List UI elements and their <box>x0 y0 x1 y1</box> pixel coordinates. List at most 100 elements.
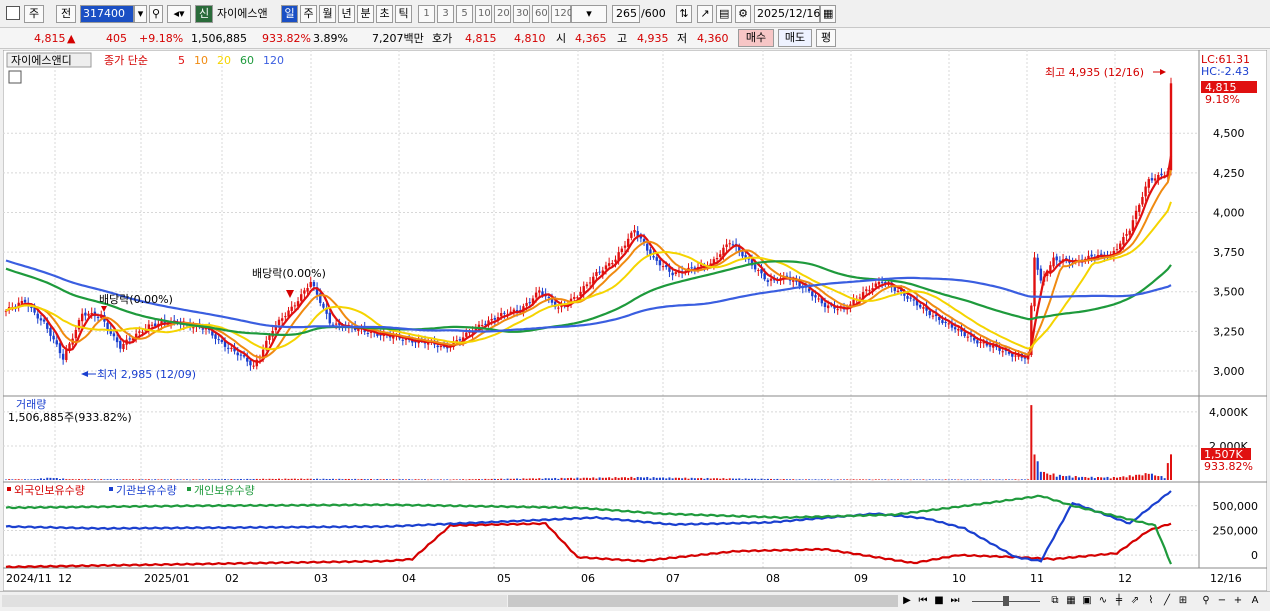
volume-title: 거래량 <box>16 398 46 411</box>
stock-code-input[interactable]: 317400 <box>80 5 134 23</box>
volume-bar <box>103 479 106 480</box>
rewind-icon[interactable]: ⏮ <box>916 595 930 607</box>
average-button[interactable]: 평 <box>816 29 836 47</box>
volume-bar <box>1141 475 1144 480</box>
period-tab[interactable]: 주 <box>300 5 317 23</box>
hc-value: HC:-2.43 <box>1201 65 1249 78</box>
volume-bar <box>750 478 753 480</box>
date-input[interactable]: 2025/12/16 <box>754 5 820 23</box>
zoom-in-icon[interactable]: + <box>1232 595 1244 607</box>
zoom-icon[interactable]: ⚲ <box>1200 595 1212 607</box>
buy-button[interactable]: 매수 <box>738 29 774 47</box>
compare-icon[interactable]: ▤ <box>716 5 732 23</box>
candle-body <box>588 282 592 284</box>
candle-body <box>576 297 579 299</box>
volume-bar <box>1062 475 1065 480</box>
forward-icon[interactable]: ⏭ <box>948 595 962 607</box>
line-icon[interactable]: ╱ <box>1160 595 1174 607</box>
copy-icon[interactable]: ⧉ <box>1048 595 1062 607</box>
volume-bar <box>604 477 607 480</box>
candle-body <box>792 280 795 282</box>
volume-bar <box>100 479 103 480</box>
volume-bar <box>766 478 769 480</box>
interval-button[interactable]: 20 <box>494 5 511 23</box>
calculator-icon[interactable] <box>8 70 22 84</box>
new-button[interactable]: 신 <box>195 5 213 23</box>
gear-icon[interactable]: ⚙ <box>735 5 751 23</box>
interval-button[interactable]: 60 <box>532 5 549 23</box>
volume-last-percent: 933.82% <box>1204 460 1253 473</box>
calendar-icon[interactable]: ▦ <box>820 5 836 23</box>
sell-button[interactable]: 매도 <box>778 29 812 47</box>
period-tab[interactable]: 분 <box>357 5 374 23</box>
candle-body <box>1147 179 1150 188</box>
volume-bar <box>928 479 931 480</box>
pattern-icon[interactable]: ⌇ <box>1144 595 1158 607</box>
candle-body <box>230 347 233 349</box>
candle-body <box>941 320 944 323</box>
market-select[interactable]: 주 <box>24 5 44 23</box>
volume-bar <box>884 479 887 480</box>
candle-body <box>595 272 598 277</box>
volume-bar <box>881 479 884 480</box>
volume-bar <box>433 479 436 481</box>
period-tab[interactable]: 일 <box>281 5 298 23</box>
volume-bar <box>258 479 261 480</box>
interval-button[interactable]: 3 <box>437 5 454 23</box>
interval-dropdown[interactable]: ▾ <box>571 5 607 23</box>
grid-icon[interactable]: ⊞ <box>1176 595 1190 607</box>
volume-bar <box>271 478 274 480</box>
candle-type-icon[interactable]: ╪ <box>1112 595 1126 607</box>
volume-bar <box>1074 475 1077 480</box>
wave-icon[interactable]: ∿ <box>1096 595 1110 607</box>
volume-bar <box>1039 471 1042 480</box>
table-icon[interactable]: ▦ <box>1064 595 1078 607</box>
line-tool-icon[interactable]: ↗ <box>697 5 713 23</box>
period-tab[interactable]: 초 <box>376 5 393 23</box>
volume-bar <box>528 478 531 480</box>
scroll-thumb[interactable] <box>508 595 898 607</box>
stock-chart[interactable]: 3,0003,2503,5003,7504,0004,2504,5002,000… <box>3 50 1267 591</box>
candle-body <box>585 284 589 287</box>
split-icon[interactable]: ⇅ <box>676 5 692 23</box>
volume-bar <box>770 478 773 480</box>
play-icon[interactable]: ▶ <box>901 595 913 607</box>
volume-bar <box>989 479 992 480</box>
zoom-out-icon[interactable]: − <box>1216 595 1228 607</box>
interval-button[interactable]: 5 <box>456 5 473 23</box>
window-icon[interactable] <box>6 6 20 20</box>
volume-bar <box>287 478 290 480</box>
volume-bar <box>1068 475 1071 480</box>
holding-legend-label: 개인보유수량 <box>194 484 255 497</box>
volume-bar <box>487 479 490 480</box>
candle-body <box>252 365 255 367</box>
period-tab[interactable]: 틱 <box>395 5 412 23</box>
stock-tag[interactable]: 자이에스앤디 <box>11 54 72 67</box>
stop-icon[interactable]: ■ <box>933 595 945 607</box>
volume-bar <box>617 477 620 480</box>
speaker-icon[interactable]: ◂▾ <box>167 5 191 23</box>
count-input[interactable]: 265 <box>612 5 640 23</box>
search-icon[interactable]: ⚲ <box>149 5 163 23</box>
interval-button[interactable]: 120 <box>551 5 573 23</box>
volume-bar <box>293 478 296 480</box>
period-tab[interactable]: 년 <box>338 5 355 23</box>
period-tab[interactable]: 월 <box>319 5 336 23</box>
volume-bar <box>262 478 265 480</box>
date-tick-label: 06 <box>581 572 595 585</box>
interval-button[interactable]: 1 <box>418 5 435 23</box>
trend-icon[interactable]: ⇗ <box>1128 595 1142 607</box>
volume-bar <box>211 479 214 480</box>
code-dropdown-icon[interactable]: ▾ <box>134 5 147 23</box>
volume-bar <box>731 478 734 480</box>
zoom-slider-handle[interactable] <box>1003 596 1009 606</box>
image-icon[interactable]: ▣ <box>1080 595 1094 607</box>
scroll-track[interactable] <box>2 595 507 607</box>
volume-bar <box>1103 477 1106 480</box>
candle-body <box>811 291 814 297</box>
interval-button[interactable]: 30 <box>513 5 530 23</box>
interval-button[interactable]: 10 <box>475 5 492 23</box>
prev-button[interactable]: 전 <box>56 5 76 23</box>
font-size-icon[interactable]: A <box>1248 595 1262 607</box>
volume-bar <box>658 477 661 480</box>
